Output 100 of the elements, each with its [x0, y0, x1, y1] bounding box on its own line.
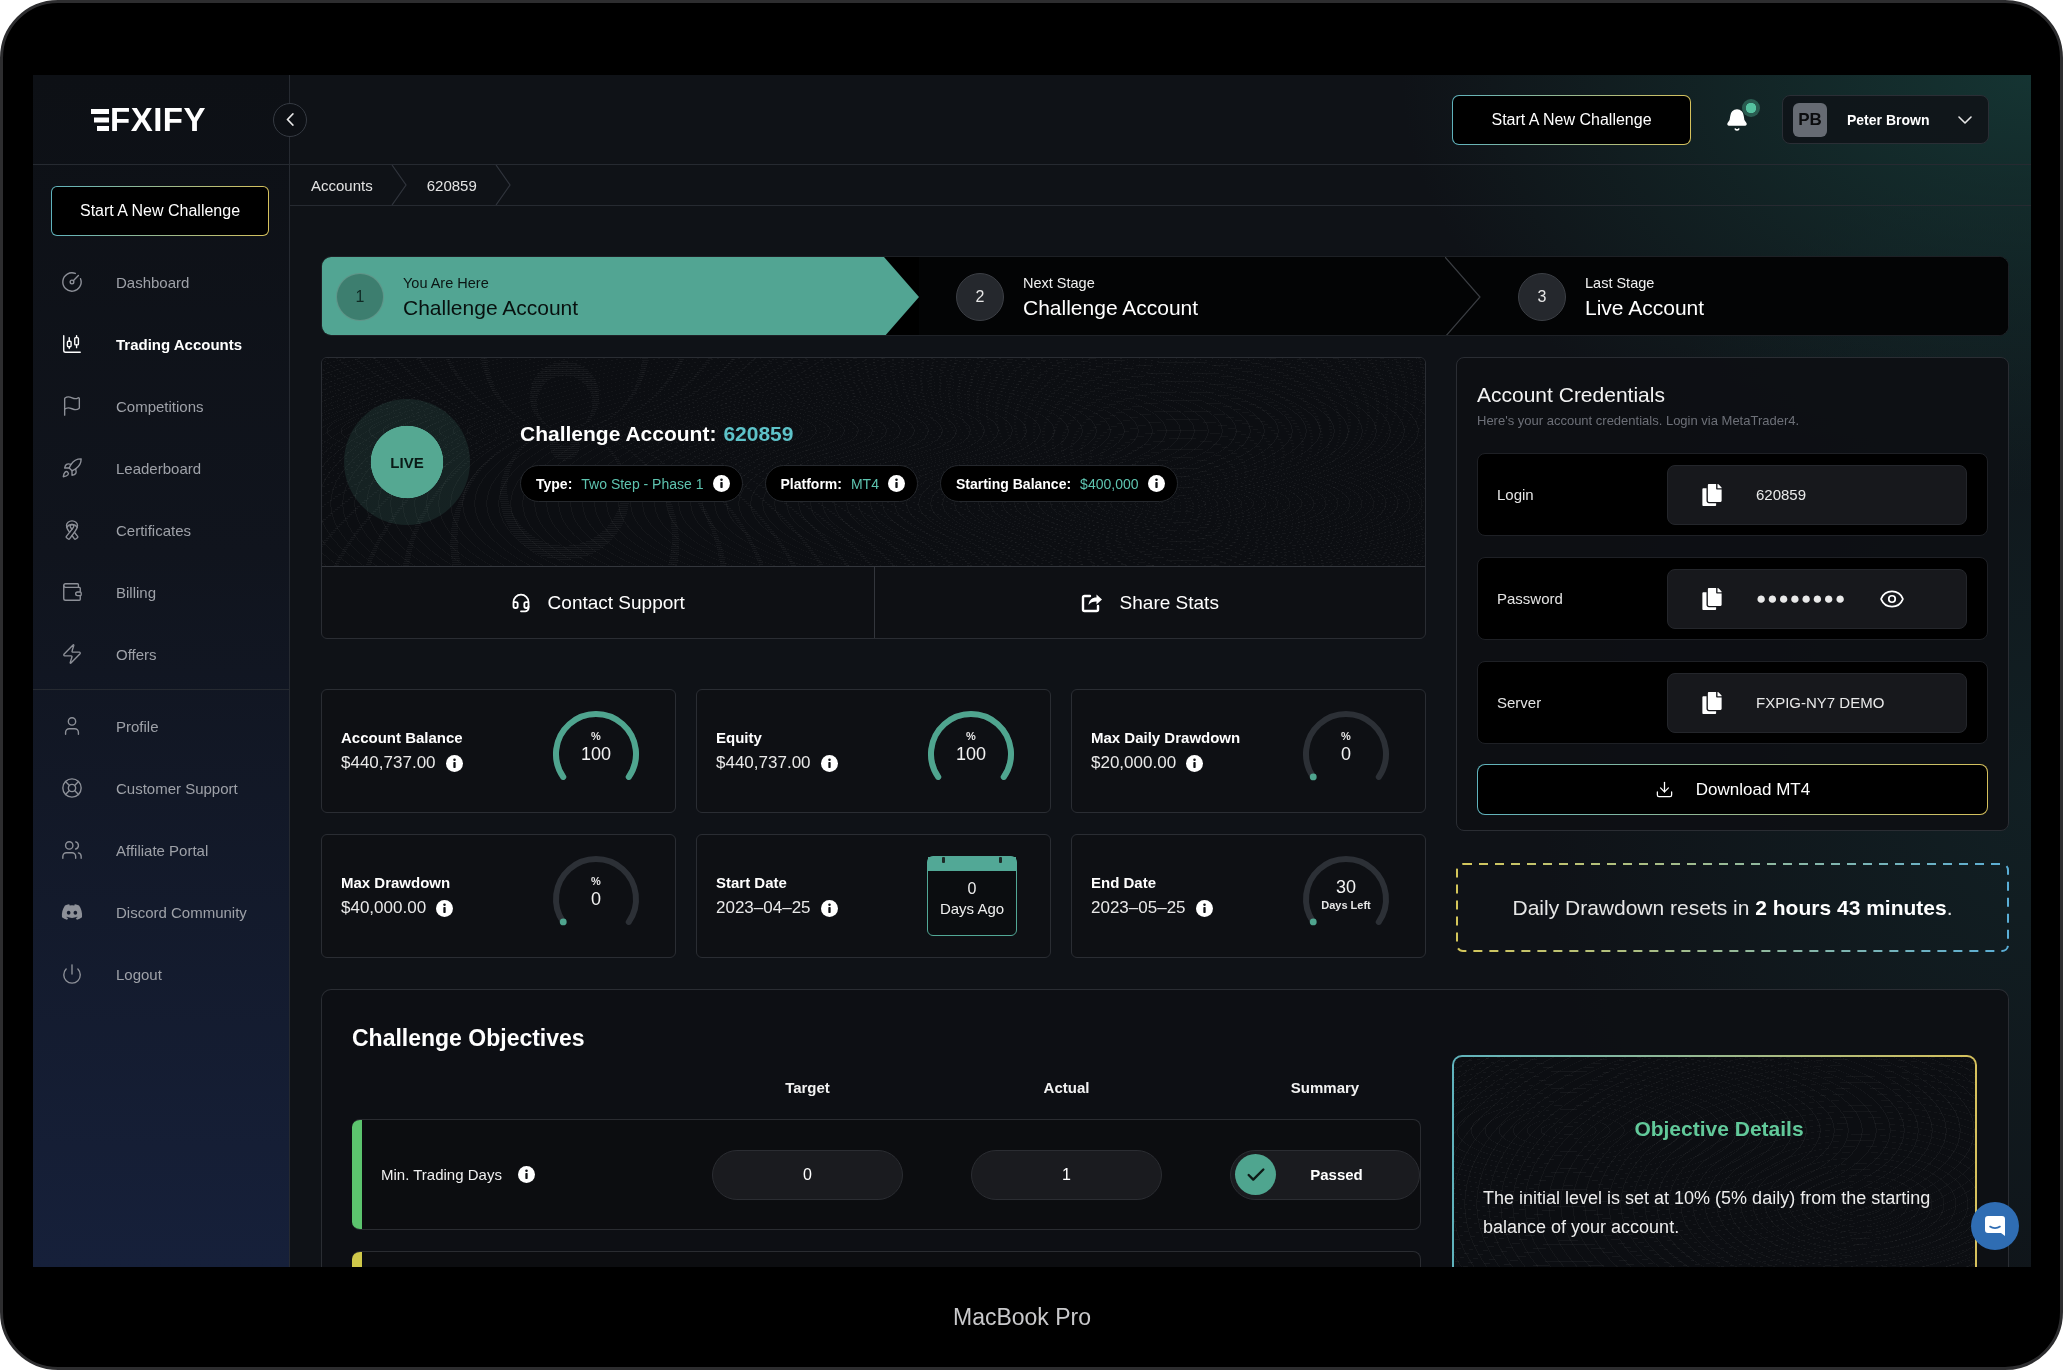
- chevron-separator-icon: [1445, 257, 1481, 335]
- stat-value: $20,000.00: [1091, 753, 1177, 773]
- nav-item[interactable]: Billing: [61, 572, 157, 612]
- nav-item[interactable]: Affiliate Portal: [61, 830, 209, 870]
- stat-label: Max Drawdown: [341, 874, 452, 891]
- chat-icon: [1984, 1215, 2006, 1237]
- stage-number: 3: [1518, 273, 1566, 321]
- info-icon: [517, 1166, 535, 1183]
- wallet-icon: [61, 581, 83, 603]
- stat-label: Start Date: [716, 874, 788, 891]
- objective-details-text: The initial level is set at 10% (5% daily) from the starting balance of your account.: [1483, 1187, 1932, 1239]
- info-icon: [1147, 475, 1165, 492]
- gauge-reading: 0: [1341, 743, 1351, 765]
- power-icon: [61, 963, 83, 985]
- nav-item[interactable]: Customer Support: [61, 768, 238, 808]
- stage-title: Challenge Account: [1023, 295, 1199, 320]
- stage-caption: Next Stage: [1023, 274, 1096, 291]
- copy-icon[interactable]: [1701, 587, 1723, 610]
- nav-item[interactable]: Certificates: [61, 510, 192, 550]
- stage-caption: You Are Here: [403, 274, 490, 291]
- account-number: 620859: [723, 422, 794, 446]
- share-stats-button[interactable]: Share Stats: [873, 567, 1425, 638]
- nav-item[interactable]: Logout: [61, 954, 162, 994]
- user-avatar: PB: [1793, 102, 1827, 137]
- logo-stripes-icon: [91, 108, 109, 131]
- credential-label: Password: [1497, 590, 1564, 607]
- info-icon: [712, 475, 730, 492]
- objective-details-title: Objective Details: [1633, 1116, 1805, 1142]
- actual-value: 1: [971, 1149, 1162, 1200]
- gauge-reading: 30: [1336, 876, 1356, 898]
- nav-item[interactable]: Trading Accounts: [61, 324, 243, 364]
- column-header: Summary: [1290, 1078, 1360, 1096]
- logo-text: FXIFY: [110, 103, 206, 136]
- stat-label: End Date: [1091, 874, 1157, 891]
- gauge-reading: 100: [580, 743, 611, 765]
- objectives-title: Challenge Objectives: [352, 1024, 586, 1052]
- gauge-reading: 100: [955, 743, 986, 765]
- calendar-count: 0: [967, 879, 977, 899]
- new-challenge-button[interactable]: Start A New Challenge: [51, 186, 269, 236]
- gauge-unit: %: [591, 874, 601, 888]
- stat-label: Max Daily Drawdown: [1091, 729, 1241, 746]
- lightning-icon: [61, 643, 83, 665]
- pill-value: $400,000: [1080, 475, 1139, 492]
- nav-item[interactable]: Dashboard: [61, 262, 190, 302]
- stat-value: $440,737.00: [341, 753, 436, 773]
- user-menu-button[interactable]: PB Peter Brown: [1782, 95, 1989, 144]
- stage-number: 2: [956, 273, 1004, 321]
- bell-icon[interactable]: [1725, 107, 1749, 132]
- info-icon: [1195, 899, 1213, 917]
- lifebuoy-icon: [61, 777, 83, 799]
- drawdown-reset-text: Daily Drawdown resets in 2 hours 43 minutes.: [1512, 895, 1953, 920]
- download-icon: [1654, 780, 1674, 799]
- gauge-reading: 0: [591, 888, 601, 910]
- credentials-subtitle: Here's your account credentials. Login via MetaTrader4.: [1477, 413, 1801, 429]
- breadcrumb-link[interactable]: 620859: [426, 176, 477, 194]
- nav-item[interactable]: Leaderboard: [61, 448, 202, 488]
- rocket-icon: [61, 457, 83, 479]
- stat-value: 2023–05–25: [1091, 898, 1186, 918]
- info-icon: [436, 899, 454, 917]
- gauge-unit: %: [1341, 729, 1351, 743]
- stage-number: 1: [336, 273, 384, 321]
- pill-label: Starting Balance:: [955, 475, 1072, 492]
- stat-value: 2023–04–25: [716, 898, 811, 918]
- flag-icon: [61, 395, 83, 417]
- gauge-start-dot-icon: [1309, 773, 1317, 781]
- collapse-button[interactable]: [273, 102, 307, 137]
- info-icon: [820, 754, 838, 772]
- column-header: Target: [785, 1078, 830, 1096]
- stat-label: Equity: [716, 729, 763, 746]
- users-icon: [61, 839, 83, 861]
- live-status-badge: LIVE: [344, 399, 470, 525]
- objective-name: Min. Trading Days: [381, 1166, 502, 1183]
- download-button[interactable]: Download MT4: [1477, 764, 1988, 815]
- new-challenge-button[interactable]: Start A New Challenge: [1452, 94, 1691, 145]
- gauge-icon: [61, 271, 83, 293]
- summary-text: Passed: [1309, 1166, 1364, 1183]
- nav-item[interactable]: Profile: [61, 706, 159, 746]
- pill-label: Type:: [536, 475, 573, 492]
- credentials-title: Account Credentials: [1477, 382, 1666, 408]
- copy-icon[interactable]: [1701, 691, 1723, 714]
- breadcrumb-link[interactable]: Accounts: [311, 176, 373, 194]
- pill-label: Platform:: [780, 475, 842, 492]
- stat-label: Account Balance: [341, 729, 463, 746]
- gauge-unit: %: [591, 729, 601, 743]
- nav-item[interactable]: Discord Community: [61, 892, 247, 932]
- credential-value: ●●●●●●●●: [1756, 588, 1847, 609]
- gauge-start-dot-icon: [559, 918, 567, 926]
- gauge-start-dot-icon: [1309, 918, 1317, 926]
- nav-item[interactable]: Competitions: [61, 386, 204, 426]
- device-label: MacBook Pro: [952, 1303, 1092, 1331]
- gauge-caption: Days Left: [1321, 898, 1371, 912]
- share-icon: [1080, 592, 1103, 613]
- column-header: Actual: [1043, 1078, 1090, 1096]
- info-icon: [445, 754, 463, 772]
- target-value: 0: [712, 1149, 903, 1200]
- stage-title: Live Account: [1585, 295, 1705, 320]
- nav-item[interactable]: Offers: [61, 634, 157, 674]
- credential-label: Login: [1497, 486, 1535, 503]
- contact-support-button[interactable]: Contact Support: [322, 567, 874, 638]
- copy-icon[interactable]: [1701, 483, 1723, 506]
